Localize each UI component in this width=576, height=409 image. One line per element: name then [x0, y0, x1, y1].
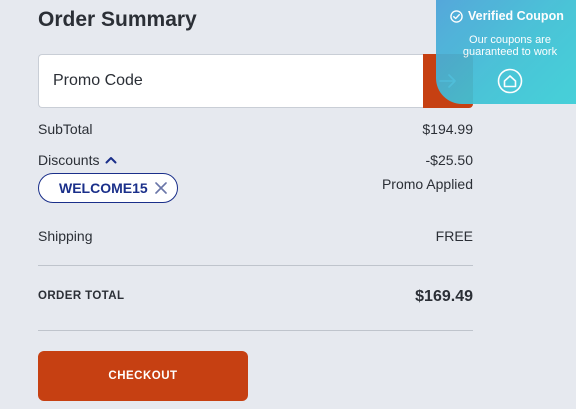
shipping-label: Shipping [38, 228, 93, 244]
verified-coupon-title: Verified Coupon [468, 9, 564, 23]
verified-coupon-subtitle: Our coupons are guaranteed to work [462, 34, 558, 58]
remove-promo-button[interactable] [155, 182, 167, 194]
applied-promo-code: WELCOME15 [59, 180, 148, 196]
verified-coupon-badge[interactable]: Verified Coupon Our coupons are guarante… [436, 0, 576, 104]
divider [38, 330, 473, 331]
shipping-value: FREE [435, 228, 473, 244]
close-icon [155, 182, 167, 194]
promo-applied-note: Promo Applied [381, 176, 473, 192]
subtotal-value: $194.99 [422, 121, 473, 137]
check-circle-icon [450, 9, 463, 23]
order-total-value: $169.49 [415, 288, 473, 305]
verified-coupon-header: Verified Coupon [450, 9, 564, 23]
checkout-button[interactable]: CHECKOUT [38, 351, 248, 401]
discounts-value: -$25.50 [425, 152, 473, 168]
subtotal-label: SubTotal [38, 121, 93, 137]
applied-promo-chip: WELCOME15 [38, 173, 178, 203]
discounts-toggle[interactable]: Discounts [38, 152, 117, 168]
discounts-label: Discounts [38, 152, 100, 168]
promo-code-form [38, 54, 473, 108]
divider [38, 265, 473, 266]
order-summary-title: Order Summary [38, 8, 197, 31]
house-logo-icon [497, 68, 523, 94]
order-total-label: ORDER TOTAL [38, 290, 125, 302]
chevron-up-icon [105, 157, 117, 164]
promo-code-input[interactable] [38, 54, 423, 108]
